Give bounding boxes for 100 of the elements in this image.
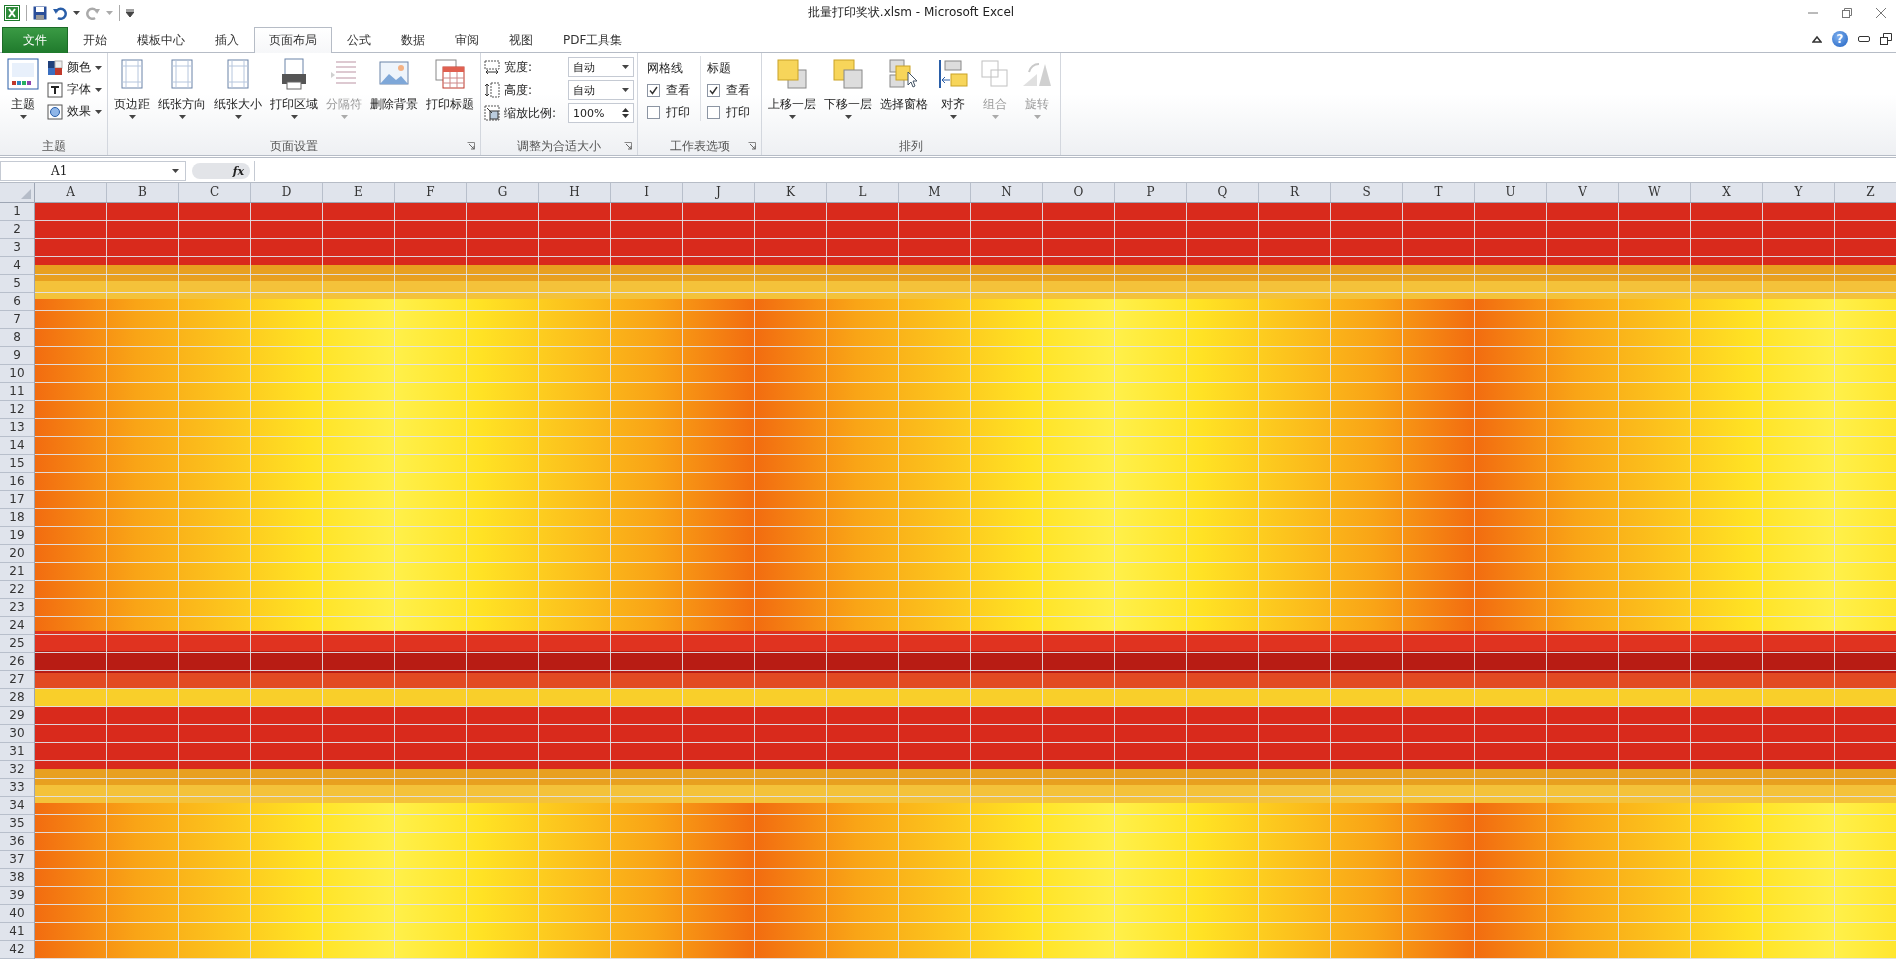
column-header[interactable]: N [971, 183, 1043, 202]
row-header[interactable]: 33 [0, 779, 34, 797]
row-header[interactable]: 22 [0, 581, 34, 599]
ribbon-button[interactable]: 对齐 [933, 56, 973, 121]
column-header[interactable]: F [395, 183, 467, 202]
dropdown-field[interactable]: 自动 [568, 80, 634, 100]
ribbon-button[interactable]: 颜色 [45, 58, 104, 77]
row-header[interactable]: 18 [0, 509, 34, 527]
ribbon-tab[interactable]: 公式 [332, 27, 386, 53]
column-header[interactable]: D [251, 183, 323, 202]
row-header[interactable]: 28 [0, 689, 34, 707]
row-header[interactable]: 40 [0, 905, 34, 923]
row-header[interactable]: 37 [0, 851, 34, 869]
ribbon-tab[interactable]: 数据 [386, 27, 440, 53]
row-header[interactable]: 34 [0, 797, 34, 815]
row-header[interactable]: 13 [0, 419, 34, 437]
customize-toolbar-icon[interactable] [126, 8, 134, 17]
row-header[interactable]: 20 [0, 545, 34, 563]
column-header[interactable]: C [179, 183, 251, 202]
row-header[interactable]: 3 [0, 239, 34, 257]
ribbon-button[interactable]: 纸张方向 [155, 56, 209, 121]
column-header[interactable]: R [1259, 183, 1331, 202]
row-header[interactable]: 6 [0, 293, 34, 311]
ribbon-button[interactable]: 效果 [45, 102, 104, 121]
ribbon-tab[interactable]: 文件 [2, 27, 68, 53]
column-header[interactable]: B [107, 183, 179, 202]
column-header[interactable]: S [1331, 183, 1403, 202]
row-header[interactable]: 9 [0, 347, 34, 365]
ribbon-button[interactable]: 打印标题 [423, 56, 477, 115]
column-header[interactable]: M [899, 183, 971, 202]
row-header[interactable]: 4 [0, 257, 34, 275]
column-header[interactable]: U [1475, 183, 1547, 202]
row-header[interactable]: 19 [0, 527, 34, 545]
row-header[interactable]: 41 [0, 923, 34, 941]
column-header[interactable]: O [1043, 183, 1115, 202]
row-header[interactable]: 25 [0, 635, 34, 653]
column-header[interactable]: G [467, 183, 539, 202]
up-arrow-icon[interactable] [622, 108, 629, 112]
checkbox[interactable] [707, 105, 720, 119]
dialog-launcher-icon[interactable] [748, 142, 756, 150]
column-header[interactable]: I [611, 183, 683, 202]
ribbon-button[interactable]: 纸张大小 [211, 56, 265, 121]
column-header[interactable]: J [683, 183, 755, 202]
row-header[interactable]: 42 [0, 941, 34, 959]
column-header[interactable]: E [323, 183, 395, 202]
row-header[interactable]: 29 [0, 707, 34, 725]
row-header[interactable]: 36 [0, 833, 34, 851]
column-header[interactable]: T [1403, 183, 1475, 202]
checkbox[interactable] [647, 83, 660, 97]
dialog-launcher-icon[interactable] [624, 142, 632, 150]
ribbon-button[interactable]: 主题 [3, 56, 43, 121]
ribbon-button[interactable]: 上移一层 [765, 56, 819, 121]
ribbon-tab[interactable]: 插入 [200, 27, 254, 53]
row-header[interactable]: 32 [0, 761, 34, 779]
row-header[interactable]: 15 [0, 455, 34, 473]
ribbon-tab[interactable]: 页面布局 [254, 27, 332, 53]
column-header[interactable]: Q [1187, 183, 1259, 202]
column-header[interactable]: L [827, 183, 899, 202]
row-header[interactable]: 12 [0, 401, 34, 419]
column-header[interactable]: Z [1835, 183, 1896, 202]
row-header[interactable]: 21 [0, 563, 34, 581]
insert-function-button[interactable]: fx [232, 164, 244, 178]
row-header[interactable]: 35 [0, 815, 34, 833]
dialog-launcher-icon[interactable] [467, 142, 475, 150]
row-header[interactable]: 1 [0, 203, 34, 221]
row-header[interactable]: 11 [0, 383, 34, 401]
row-header[interactable]: 16 [0, 473, 34, 491]
ribbon-tab[interactable]: 视图 [494, 27, 548, 53]
column-header[interactable]: Y [1763, 183, 1835, 202]
row-header[interactable]: 24 [0, 617, 34, 635]
save-icon[interactable] [33, 5, 47, 20]
excel-logo-icon[interactable] [4, 4, 20, 21]
row-header[interactable]: 5 [0, 275, 34, 293]
row-header[interactable]: 26 [0, 653, 34, 671]
row-header[interactable]: 23 [0, 599, 34, 617]
column-header[interactable]: V [1547, 183, 1619, 202]
row-header[interactable]: 39 [0, 887, 34, 905]
spinner-field[interactable]: 100% [568, 103, 634, 123]
row-header[interactable]: 27 [0, 671, 34, 689]
ribbon-tab[interactable]: PDF工具集 [548, 27, 638, 53]
column-header[interactable]: X [1691, 183, 1763, 202]
row-header[interactable]: 38 [0, 869, 34, 887]
column-header[interactable]: A [35, 183, 107, 202]
ribbon-button[interactable]: 选择窗格 [877, 56, 931, 115]
row-header[interactable]: 30 [0, 725, 34, 743]
column-header[interactable]: W [1619, 183, 1691, 202]
checkbox[interactable] [707, 83, 720, 97]
name-box[interactable]: A1 [0, 161, 186, 181]
minimize-icon[interactable] [1858, 35, 1870, 42]
checkbox[interactable] [647, 105, 660, 119]
row-header[interactable]: 31 [0, 743, 34, 761]
row-header[interactable]: 8 [0, 329, 34, 347]
column-header[interactable]: K [755, 183, 827, 202]
ribbon-button[interactable]: 字体 [45, 80, 104, 99]
close-icon[interactable] [1876, 7, 1886, 18]
row-header[interactable]: 10 [0, 365, 34, 383]
ribbon-button[interactable]: 下移一层 [821, 56, 875, 121]
column-header[interactable]: P [1115, 183, 1187, 202]
ribbon-tab[interactable]: 开始 [68, 27, 122, 53]
down-arrow-icon[interactable] [622, 114, 629, 118]
